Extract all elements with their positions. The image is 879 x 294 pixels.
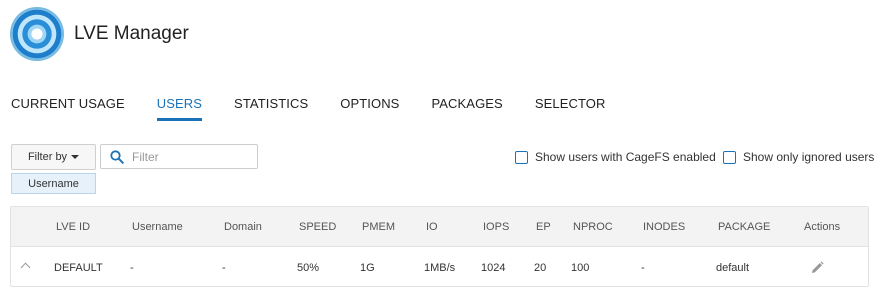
column-header[interactable]: LVE ID (56, 221, 90, 233)
filter-search-box[interactable] (100, 144, 258, 169)
tab-options[interactable]: OPTIONS (340, 96, 399, 121)
table-cell: 50% (297, 262, 320, 274)
table-cell: 1024 (481, 262, 506, 274)
table-cell: - (130, 262, 134, 274)
column-header[interactable]: PMEM (362, 221, 395, 233)
column-header[interactable]: PACKAGE (718, 221, 770, 233)
column-header[interactable]: EP (536, 221, 551, 233)
search-icon (110, 149, 124, 164)
filter-by-label: Filter by (27, 151, 68, 163)
table-cell: - (222, 262, 226, 274)
tab-statistics[interactable]: STATISTICS (234, 96, 308, 121)
table-header: LVE ID Username Domain SPEED PMEM IO IOP… (11, 207, 868, 247)
tab-current-usage[interactable]: CURRENT USAGE (11, 96, 125, 121)
column-header: Actions (804, 221, 841, 233)
checkbox-box[interactable] (723, 150, 736, 164)
column-header[interactable]: Username (132, 221, 183, 233)
show-ignored-users-label: Show only ignored users (743, 150, 875, 164)
table-cell: 1G (360, 262, 375, 274)
show-cagefs-users-checkbox[interactable]: Show users with CageFS enabled (515, 150, 716, 164)
tab-packages[interactable]: PACKAGES (431, 96, 502, 121)
table-row: DEFAULT - - 50% 1G 1MB/s 1024 20 100 - d… (11, 248, 868, 287)
table-cell: 1MB/s (424, 262, 456, 274)
pencil-icon[interactable] (809, 260, 825, 276)
table-cell: DEFAULT (54, 262, 103, 274)
table-cell: 20 (534, 262, 547, 274)
column-header[interactable]: IOPS (483, 221, 509, 233)
users-table: LVE ID Username Domain SPEED PMEM IO IOP… (10, 206, 869, 287)
app-logo-icon (10, 7, 64, 61)
app-title: LVE Manager (74, 23, 189, 44)
table-cell: 100 (571, 262, 590, 274)
tab-users[interactable]: USERS (156, 96, 203, 121)
table-cell: - (641, 262, 645, 274)
column-header[interactable]: INODES (643, 221, 685, 233)
chevron-up-icon[interactable] (20, 262, 31, 273)
column-header[interactable]: IO (426, 221, 438, 233)
column-header[interactable]: NPROC (573, 221, 613, 233)
tab-selector[interactable]: SELECTOR (535, 96, 606, 121)
show-ignored-users-checkbox[interactable]: Show only ignored users (723, 150, 874, 164)
column-header[interactable]: Domain (224, 221, 262, 233)
app-header: LVE Manager (10, 6, 189, 62)
show-cagefs-users-label: Show users with CageFS enabled (535, 150, 716, 164)
filter-input[interactable] (132, 149, 242, 164)
filter-chip-username[interactable]: Username (11, 173, 96, 194)
main-tabs: CURRENT USAGE USERS STATISTICS OPTIONS P… (11, 96, 637, 121)
checkbox-box[interactable] (515, 150, 528, 164)
table-cell: default (716, 262, 750, 274)
caret-down-icon (71, 155, 80, 159)
filter-by-button[interactable]: Filter by (11, 144, 96, 170)
column-header[interactable]: SPEED (299, 221, 336, 233)
